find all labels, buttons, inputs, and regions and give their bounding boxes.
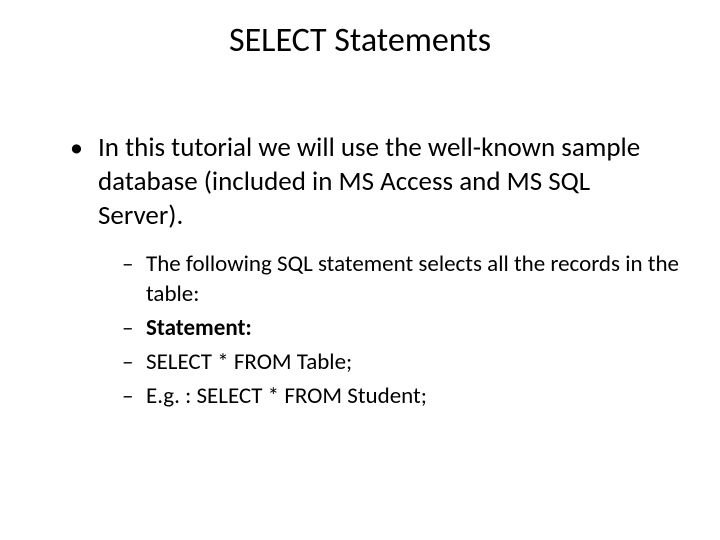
list-item: In this tutorial we will use the well-kn… bbox=[70, 131, 680, 412]
list-item-text: The following SQL statement selects all … bbox=[146, 250, 679, 308]
list-item: The following SQL statement selects all … bbox=[122, 250, 680, 310]
list-item: SELECT * FROM Table; bbox=[122, 348, 680, 378]
list-item: Statement: bbox=[122, 314, 680, 344]
list-item-text: E.g. : SELECT * FROM Student; bbox=[146, 382, 427, 410]
list-item-text: In this tutorial we will use the well-kn… bbox=[98, 131, 640, 232]
list-item: E.g. : SELECT * FROM Student; bbox=[122, 382, 680, 412]
list-item-text: Statement: bbox=[146, 314, 252, 342]
bullet-list-level2: The following SQL statement selects all … bbox=[98, 250, 680, 411]
slide-title: SELECT Statements bbox=[40, 20, 680, 61]
list-item-text: SELECT * FROM Table; bbox=[146, 348, 352, 376]
bullet-list-level1: In this tutorial we will use the well-kn… bbox=[40, 131, 680, 412]
